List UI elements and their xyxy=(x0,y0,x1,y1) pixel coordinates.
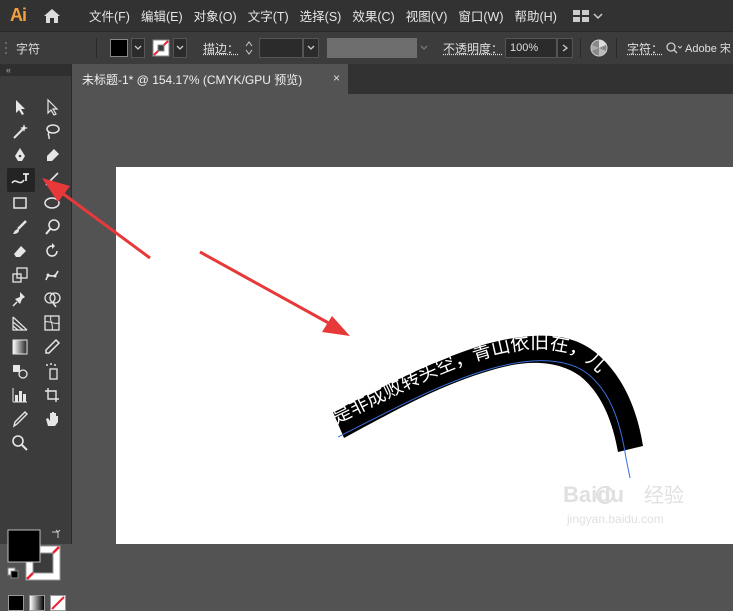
watermark-cn: 经验 xyxy=(644,483,684,507)
color-mode-row xyxy=(8,595,66,611)
gradient-mode-button[interactable] xyxy=(29,595,45,611)
canvas-artwork: 是非成败转头空，青山依旧在，几 Baidu 经验 jingyan.baidu.c… xyxy=(42,178,684,526)
annotation-arrow-text xyxy=(199,250,350,336)
color-mode-button[interactable] xyxy=(8,595,24,611)
baidu-watermark: Baidu 经验 jingyan.baidu.com xyxy=(563,482,684,526)
watermark-logo: Baidu xyxy=(563,482,624,507)
none-mode-button[interactable] xyxy=(50,595,66,611)
annotation-arrow-tool xyxy=(42,178,151,260)
watermark-url: jingyan.baidu.com xyxy=(566,512,664,526)
path-end-handle[interactable] xyxy=(625,457,631,479)
